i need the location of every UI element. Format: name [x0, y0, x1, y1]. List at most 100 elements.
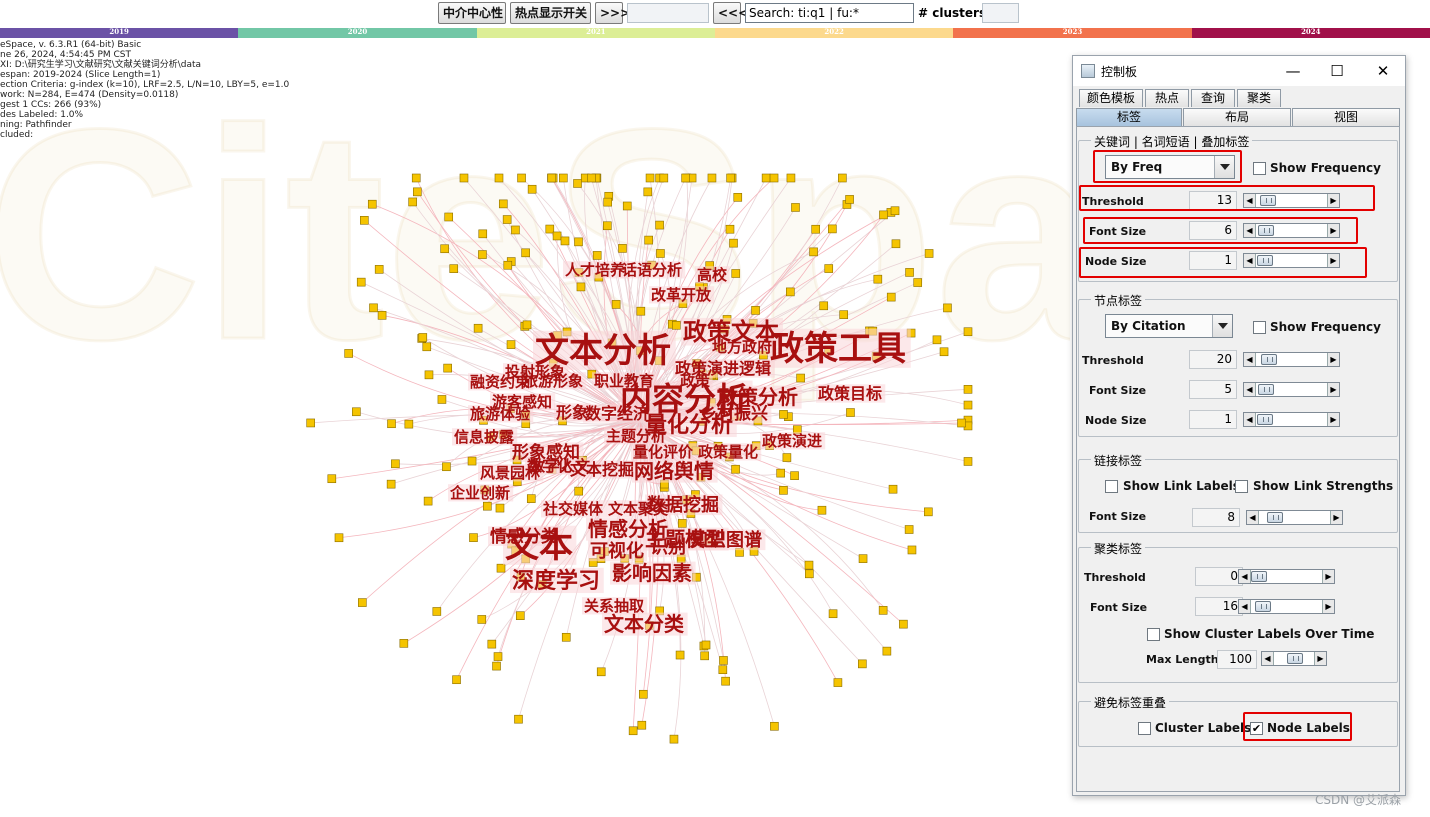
network-node[interactable] [487, 639, 497, 649]
network-node[interactable] [443, 363, 452, 373]
network-node[interactable] [943, 303, 952, 313]
network-node[interactable] [478, 250, 487, 259]
network-node[interactable] [327, 474, 337, 484]
network-node[interactable] [492, 661, 501, 671]
network-node[interactable] [503, 260, 513, 270]
network-node[interactable] [391, 459, 400, 469]
network-node[interactable] [592, 251, 602, 260]
slider-thumb[interactable] [1260, 195, 1276, 206]
network-node[interactable] [656, 249, 665, 258]
node-font-size-slider[interactable]: ◀ ▶ [1243, 382, 1340, 397]
keyword-label[interactable]: 融资约束 [470, 373, 531, 391]
tab-hotspot[interactable]: 热点 [1145, 89, 1189, 107]
keyword-label[interactable]: 数据挖掘 [647, 494, 719, 516]
network-node[interactable] [561, 632, 571, 642]
keyword-node-size-field[interactable]: 1 [1189, 251, 1237, 270]
slider-right-arrow-icon[interactable]: ▶ [1327, 194, 1339, 207]
avoid-cluster-labels-checkbox[interactable] [1138, 722, 1151, 735]
slider-thumb[interactable] [1257, 255, 1273, 266]
keyword-label[interactable]: 旅游体验 [470, 405, 531, 423]
network-node[interactable] [576, 282, 586, 292]
network-node[interactable] [833, 678, 843, 687]
network-node[interactable] [939, 347, 949, 357]
network-node[interactable] [786, 287, 795, 297]
cluster-font-size-slider[interactable]: ◀ ▶ [1238, 599, 1335, 614]
network-node[interactable] [637, 720, 647, 730]
network-node[interactable] [659, 173, 669, 183]
network-node[interactable] [377, 311, 387, 320]
keyword-label[interactable]: 改革开放 [651, 286, 712, 304]
keyword-cooccurrence-network[interactable]: 文本分析 政策文本政策工具内容分析政策分析量化分析人才培养话语分析 高校改革开放地方… [0, 38, 1070, 817]
slider-right-arrow-icon[interactable]: ▶ [1314, 652, 1326, 665]
network-node[interactable] [779, 410, 788, 419]
network-node[interactable] [828, 224, 837, 234]
network-node[interactable] [963, 400, 973, 410]
network-node[interactable] [424, 370, 434, 380]
network-node[interactable] [412, 187, 422, 197]
network-node[interactable] [638, 689, 648, 699]
network-node[interactable] [603, 197, 613, 207]
network-node[interactable] [527, 184, 537, 194]
network-node[interactable] [423, 496, 433, 506]
network-node[interactable] [888, 484, 898, 494]
network-node[interactable] [478, 229, 488, 239]
keyword-label[interactable]: 人才培养 [565, 261, 626, 279]
prev-button[interactable]: <<< [713, 2, 748, 24]
network-node[interactable] [493, 652, 503, 661]
keyword-sort-select[interactable]: By Freq [1105, 155, 1235, 179]
keyword-label[interactable]: 信息披露 [454, 428, 515, 446]
network-node[interactable] [399, 639, 409, 648]
network-node[interactable] [560, 236, 570, 246]
network-node[interactable] [352, 407, 361, 417]
network-node[interactable] [904, 525, 914, 534]
tab-color-template[interactable]: 颜色模板 [1079, 89, 1143, 107]
network-node[interactable] [718, 665, 728, 675]
keyword-label[interactable]: 话语分析 [622, 261, 682, 279]
slider-right-arrow-icon[interactable]: ▶ [1327, 353, 1339, 366]
network-node[interactable] [963, 457, 973, 466]
keyword-label[interactable]: 政策工具 [770, 329, 906, 369]
network-node[interactable] [890, 206, 900, 216]
link-font-size-slider[interactable]: ◀ ▶ [1246, 510, 1343, 525]
network-node[interactable] [769, 173, 779, 183]
network-node[interactable] [344, 349, 353, 358]
network-node[interactable] [721, 676, 730, 686]
keyword-label[interactable]: 地方政府 [712, 338, 772, 356]
next-button[interactable]: >>> [595, 2, 630, 24]
avoid-node-labels-checkbox[interactable]: ✔ [1250, 722, 1263, 735]
network-node[interactable] [963, 327, 973, 337]
network-node[interactable] [899, 619, 908, 629]
node-threshold-slider[interactable]: ◀ ▶ [1243, 352, 1340, 367]
network-node[interactable] [622, 201, 632, 211]
network-node[interactable] [725, 224, 735, 234]
slider-right-arrow-icon[interactable]: ▶ [1322, 600, 1334, 613]
node-node-size-slider[interactable]: ◀ ▶ [1243, 412, 1340, 427]
network-node[interactable] [498, 199, 508, 209]
node-node-size-field[interactable]: 1 [1189, 410, 1237, 429]
network-node[interactable] [306, 418, 315, 428]
network-node[interactable] [360, 216, 369, 225]
max-length-slider[interactable]: ◀ ▶ [1261, 651, 1327, 666]
network-node[interactable] [913, 278, 923, 287]
network-node[interactable] [751, 306, 760, 315]
network-node[interactable] [963, 385, 973, 394]
slider-left-arrow-icon[interactable]: ◀ [1247, 511, 1259, 524]
keyword-font-size-field[interactable]: 6 [1189, 221, 1237, 240]
minimize-icon[interactable]: — [1279, 60, 1307, 82]
slider-left-arrow-icon[interactable]: ◀ [1244, 194, 1256, 207]
network-node[interactable] [418, 333, 428, 342]
network-node[interactable] [387, 419, 396, 429]
keyword-label[interactable]: 数字人文 [530, 457, 591, 475]
network-node[interactable] [521, 248, 530, 258]
network-node[interactable] [408, 197, 417, 207]
network-node[interactable] [644, 235, 653, 245]
network-node[interactable] [515, 611, 525, 620]
node-sort-select[interactable]: By Citation [1105, 314, 1233, 338]
network-node[interactable] [817, 505, 827, 515]
network-node[interactable] [573, 179, 582, 188]
slider-right-arrow-icon[interactable]: ▶ [1327, 383, 1339, 396]
network-node[interactable] [526, 494, 536, 503]
network-node[interactable] [369, 303, 378, 313]
chevron-down-icon[interactable] [1214, 156, 1234, 178]
network-node[interactable] [924, 249, 934, 258]
